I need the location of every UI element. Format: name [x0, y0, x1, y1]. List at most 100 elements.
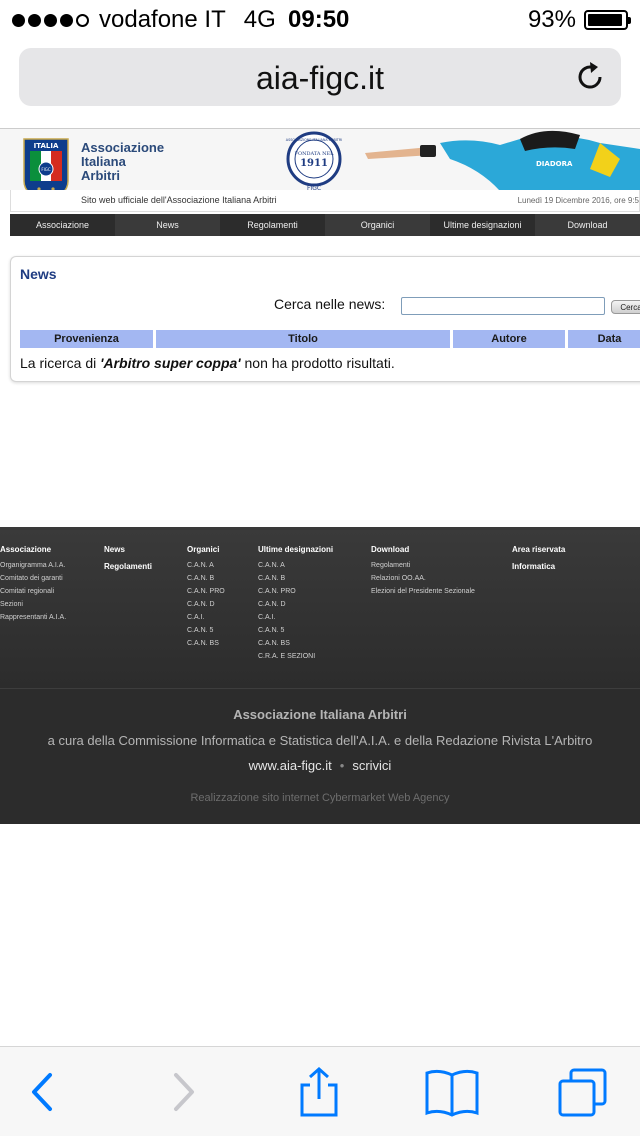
nav-organici[interactable]: Organici — [325, 214, 430, 236]
battery-icon — [584, 10, 631, 30]
site-header: ITALIA FIGC Associazione Italiana Arbitr… — [0, 128, 640, 203]
result-query: 'Arbitro super coppa' — [100, 355, 241, 371]
footer-heading-ultime-designazioni[interactable]: Ultime designazioni — [258, 545, 333, 554]
agency-link[interactable]: Cybermarket Web Agency — [322, 792, 450, 804]
shield-badge: FIGC — [41, 167, 51, 172]
footer-col-download: Download Regolamenti Relazioni OO.AA. El… — [371, 545, 475, 601]
bookmarks-icon[interactable] — [424, 1067, 480, 1117]
search-button[interactable]: Cerca — [611, 300, 640, 314]
footer-link[interactable]: C.R.A. E SEZIONI — [258, 653, 333, 660]
footer-col-area-riservata: Area riservata Informatica — [512, 545, 565, 579]
footer-heading-associazione[interactable]: Associazione — [0, 545, 66, 554]
org-name-line2: Italiana — [81, 154, 126, 169]
footer-link[interactable]: C.A.N. B — [187, 575, 225, 582]
footer-link[interactable]: C.A.N. 5 — [187, 627, 225, 634]
footer-info: Associazione Italiana Arbitri a cura del… — [0, 688, 640, 824]
site-link[interactable]: www.aia-figc.it — [249, 758, 332, 773]
seal-year: 1911 — [300, 158, 328, 169]
url-text[interactable]: aia-figc.it — [19, 60, 621, 97]
search-label: Cerca nelle news: — [274, 296, 386, 312]
carrier-name: vodafone IT — [99, 6, 226, 33]
nav-ultime-designazioni[interactable]: Ultime designazioni — [430, 214, 535, 236]
site-tagline: Sito web ufficiale dell'Associazione Ita… — [81, 195, 277, 205]
footer-link[interactable]: C.A.N. BS — [187, 640, 225, 647]
current-date: Lunedì 19 Dicembre 2016, ore 9:5 — [517, 196, 639, 205]
nav-associazione[interactable]: Associazione — [10, 214, 115, 236]
column-header-provenienza[interactable]: Provenienza — [20, 330, 153, 348]
footer-link[interactable]: Rappresentanti A.I.A. — [0, 614, 66, 621]
aia-wordmark[interactable]: Associazione Italiana Arbitri — [81, 141, 164, 183]
footer-link[interactable]: Regolamenti — [371, 562, 475, 569]
footer-link[interactable]: C.A.N. B — [258, 575, 333, 582]
credit-prefix: Realizzazione sito internet — [190, 792, 319, 804]
search-result-message: La ricerca di 'Arbitro super coppa' non … — [20, 355, 395, 371]
news-title: News — [20, 266, 57, 282]
footer-link[interactable]: C.A.N. A — [187, 562, 225, 569]
seal-founded-text: FONDATA NEL — [295, 151, 335, 157]
forward-arrow-icon[interactable] — [158, 1067, 208, 1117]
footer-col-news: News Regolamenti — [104, 545, 152, 579]
nav-download[interactable]: Download — [535, 214, 640, 236]
footer-link[interactable]: C.A.N. D — [187, 601, 225, 608]
column-header-autore[interactable]: Autore — [453, 330, 565, 348]
column-header-titolo[interactable]: Titolo — [156, 330, 450, 348]
footer-org-name: Associazione Italiana Arbitri — [233, 707, 407, 722]
referee-brand-text: DIADORA — [536, 160, 573, 168]
footer-link[interactable]: C.A.I. — [187, 614, 225, 621]
footer-col-designazioni: Ultime designazioni C.A.N. A C.A.N. B C.… — [258, 545, 333, 666]
org-name-line1: Associazione — [81, 140, 165, 155]
footer-link[interactable]: Sezioni — [0, 601, 66, 608]
footer-link[interactable]: Elezioni del Presidente Sezionale — [371, 588, 475, 595]
battery-percent: 93% — [527, 6, 576, 33]
footer-link[interactable]: C.A.N. D — [258, 601, 333, 608]
reload-icon[interactable] — [573, 60, 607, 94]
footer-link[interactable]: C.A.N. 5 — [258, 627, 333, 634]
contact-link[interactable]: scrivici — [352, 758, 391, 773]
nav-news[interactable]: News — [115, 214, 220, 236]
share-icon[interactable] — [294, 1067, 344, 1117]
footer-link[interactable]: Relazioni OO.AA. — [371, 575, 475, 582]
aia-1911-seal-logo: ASSOCIAZIONE ITALIANA ARBITRI FONDATA NE… — [286, 131, 342, 192]
footer-links: Associazione Organigramma A.I.A. Comitat… — [0, 527, 640, 688]
main-nav: Associazione News Regolamenti Organici U… — [10, 214, 640, 236]
footer-col-organici: Organici C.A.N. A C.A.N. B C.A.N. PRO C.… — [187, 545, 225, 653]
result-prefix: La ricerca di — [20, 355, 101, 371]
footer-link[interactable]: Comitato dei garanti — [0, 575, 66, 582]
footer-heading-organici[interactable]: Organici — [187, 545, 225, 554]
column-header-data[interactable]: Data — [568, 330, 640, 348]
signal-strength-icon — [12, 13, 89, 27]
result-suffix: non ha prodotto risultati. — [240, 355, 395, 371]
footer-link[interactable]: C.A.N. PRO — [258, 588, 333, 595]
referee-banner-image: DIADORA — [360, 129, 640, 191]
clock: 09:50 — [288, 6, 350, 33]
footer-site-links: www.aia-figc.it • scrivici — [0, 758, 640, 773]
footer-link[interactable]: Organigramma A.I.A. — [0, 562, 66, 569]
footer-heading-informatica[interactable]: Informatica — [512, 562, 565, 571]
tabs-icon[interactable] — [557, 1067, 607, 1117]
footer-link[interactable]: C.A.N. A — [258, 562, 333, 569]
footer-heading-download[interactable]: Download — [371, 545, 475, 554]
network-type: 4G — [243, 6, 276, 33]
footer-link[interactable]: Comitati regionali — [0, 588, 66, 595]
footer-link[interactable]: C.A.I. — [258, 614, 333, 621]
shield-text: ITALIA — [34, 142, 59, 150]
footer-heading-news[interactable]: News — [104, 545, 152, 554]
site-subheader: Sito web ufficiale dell'Associazione Ita… — [10, 190, 640, 212]
address-bar[interactable]: aia-figc.it — [19, 48, 621, 106]
browser-toolbar — [0, 1046, 640, 1136]
agency-credit: Realizzazione sito internet Cybermarket … — [0, 792, 640, 804]
footer-heading-regolamenti[interactable]: Regolamenti — [104, 562, 152, 571]
footer-link[interactable]: C.A.N. BS — [258, 640, 333, 647]
back-arrow-icon[interactable] — [18, 1067, 68, 1117]
footer-heading-area-riservata[interactable]: Area riservata — [512, 545, 565, 554]
org-name-line3: Arbitri — [81, 168, 120, 183]
footer-credits-line: a cura della Commissione Informatica e S… — [47, 733, 593, 748]
news-search-input[interactable] — [401, 297, 605, 315]
nav-regolamenti[interactable]: Regolamenti — [220, 214, 325, 236]
status-bar: vodafone IT 4G 09:50 93% — [0, 0, 640, 40]
news-panel: News Cerca nelle news: Cerca Provenienza… — [10, 256, 640, 382]
footer-col-associazione: Associazione Organigramma A.I.A. Comitat… — [0, 545, 66, 627]
footer-link[interactable]: C.A.N. PRO — [187, 588, 225, 595]
seal-top-text: ASSOCIAZIONE ITALIANA ARBITRI — [286, 138, 342, 142]
separator: • — [339, 758, 345, 773]
